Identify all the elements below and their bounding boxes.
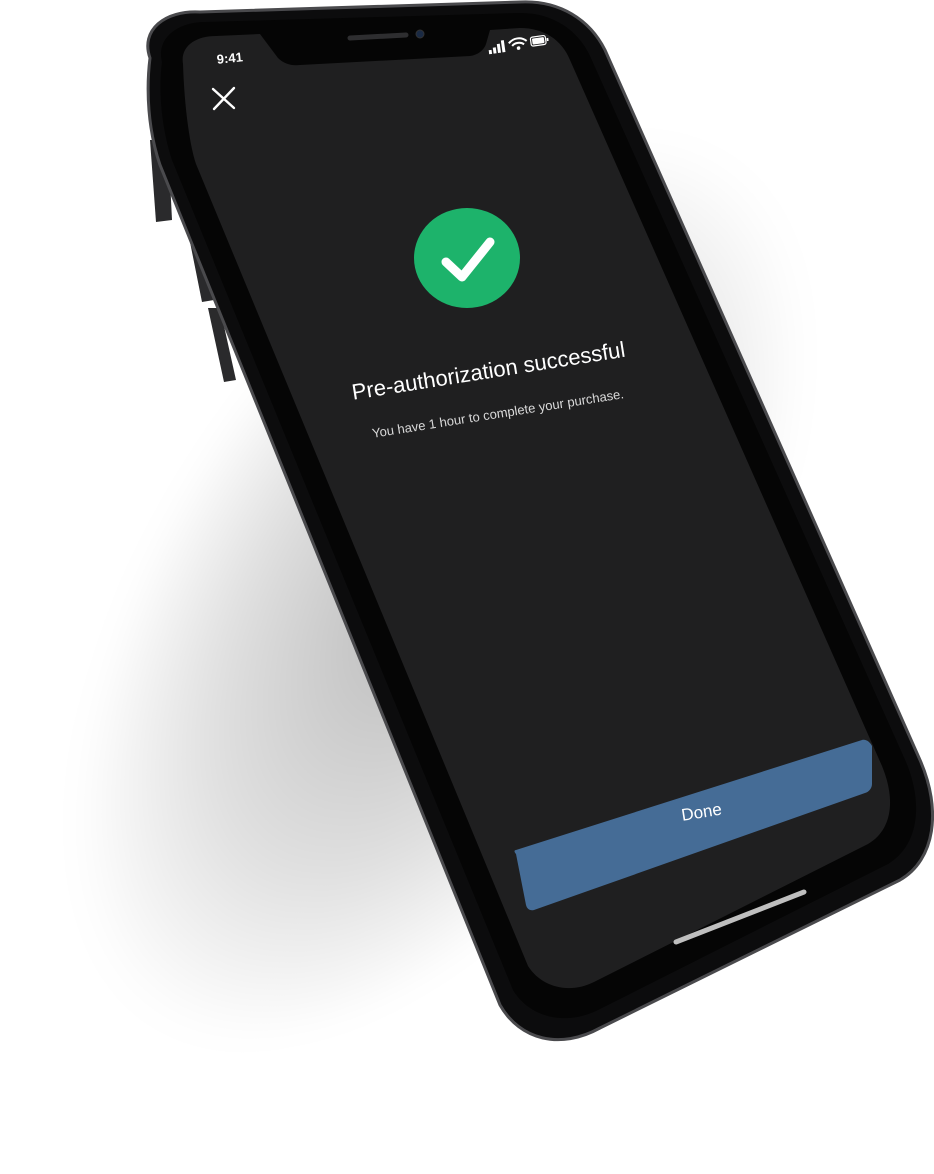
signal-icon — [488, 40, 506, 55]
device-mockup-stage: 9:41 Pre-authorization successful You ha… — [0, 0, 934, 1174]
close-icon[interactable] — [208, 84, 242, 114]
done-button-label: Done — [680, 799, 724, 825]
status-bar-icons — [488, 34, 549, 55]
battery-icon — [529, 34, 549, 47]
checkmark-icon — [414, 208, 520, 308]
status-bar-time: 9:41 — [216, 49, 244, 67]
confirmation-screen: 9:41 Pre-authorization successful You ha… — [0, 0, 934, 1174]
success-circle — [414, 208, 520, 308]
wifi-icon — [508, 37, 528, 50]
page-title: Pre-authorization successful — [350, 336, 627, 405]
